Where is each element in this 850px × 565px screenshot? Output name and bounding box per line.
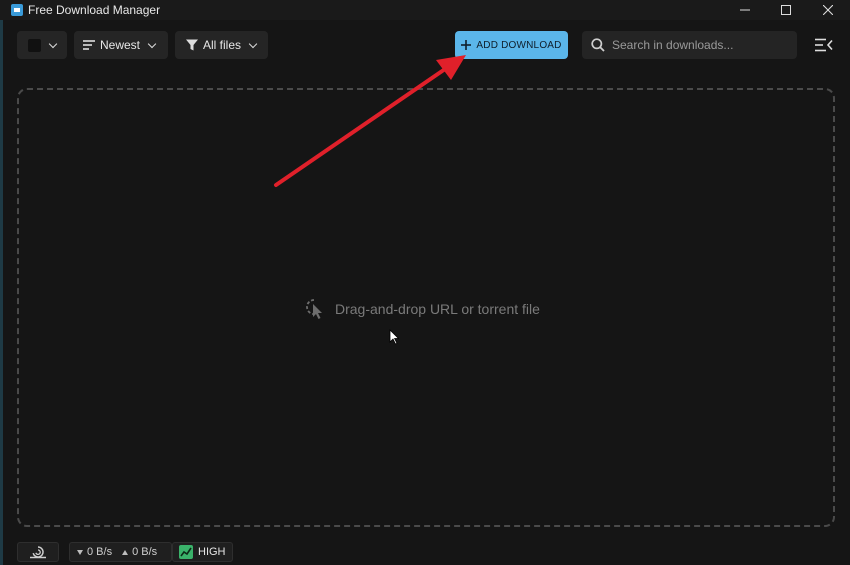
chevron-down-icon <box>48 39 58 48</box>
drag-drop-cursor-icon <box>306 299 322 319</box>
filter-funnel-icon <box>186 39 198 51</box>
upload-speed: 0 B/s <box>132 546 158 558</box>
trend-chart-icon <box>179 545 193 559</box>
select-all-dropdown[interactable] <box>17 31 67 59</box>
add-download-button[interactable]: ADD DOWNLOAD <box>455 31 568 59</box>
title-bar: Free Download Manager <box>0 0 850 20</box>
sort-label: Newest <box>100 38 141 52</box>
traffic-mode-label: HIGH <box>198 546 226 558</box>
menu-collapse-icon <box>815 38 833 52</box>
search-box[interactable] <box>582 31 797 59</box>
sort-lines-icon <box>83 40 95 50</box>
checkbox-icon[interactable] <box>28 38 41 52</box>
chevron-down-icon <box>248 39 258 48</box>
app-logo-icon <box>11 4 23 16</box>
plus-icon <box>461 40 472 50</box>
close-icon <box>823 5 833 15</box>
maximize-button[interactable] <box>766 0 806 20</box>
search-input[interactable] <box>612 31 790 59</box>
search-icon <box>591 38 605 52</box>
snail-icon <box>30 546 46 559</box>
download-speed: 0 B/s <box>87 546 113 558</box>
sort-dropdown[interactable]: Newest <box>74 31 168 59</box>
window-title: Free Download Manager <box>28 3 161 17</box>
speed-indicator[interactable]: 0 B/s 0 B/s <box>69 542 172 562</box>
close-button[interactable] <box>808 0 848 20</box>
traffic-mode-button[interactable]: HIGH <box>172 542 233 562</box>
speed-limit-button[interactable] <box>17 542 59 562</box>
chevron-down-icon <box>147 39 157 48</box>
drop-hint: Drag-and-drop URL or torrent file <box>305 298 540 320</box>
arrow-up-icon <box>122 549 129 555</box>
add-download-label: ADD DOWNLOAD <box>476 39 562 51</box>
menu-collapse-button[interactable] <box>814 36 834 54</box>
filter-dropdown[interactable]: All files <box>175 31 268 59</box>
maximize-icon <box>781 5 791 15</box>
minimize-button[interactable] <box>725 0 765 20</box>
desktop-edge <box>0 0 3 565</box>
arrow-down-icon <box>77 549 83 555</box>
mouse-pointer-icon <box>389 329 399 345</box>
minimize-icon <box>740 9 750 11</box>
drop-hint-text: Drag-and-drop URL or torrent file <box>335 301 540 317</box>
filter-label: All files <box>203 38 242 52</box>
